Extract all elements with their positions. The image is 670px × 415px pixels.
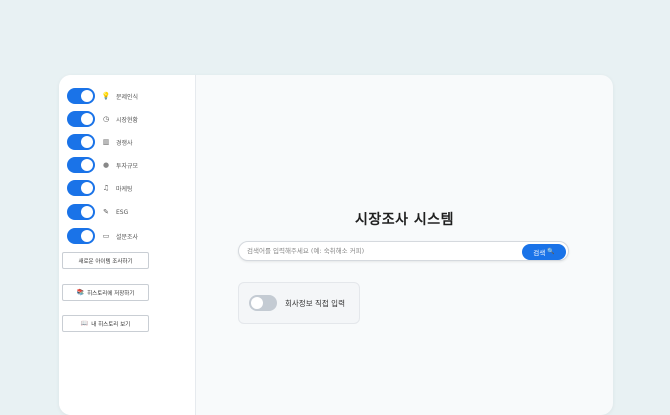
- save-history-button[interactable]: 📚 히스토리에 저장하기: [62, 284, 149, 301]
- toggle-knob: [81, 136, 93, 148]
- clock-icon: ◷: [102, 115, 110, 123]
- investment-toggle[interactable]: [67, 157, 95, 173]
- toggle-label: 시장현황: [116, 116, 139, 124]
- toggle-label: 마케팅: [116, 185, 133, 193]
- new-item-research-button[interactable]: 새로운 아이템 조사하기: [62, 252, 149, 269]
- pencil-icon: ✎: [103, 208, 109, 216]
- toggle-label: ESG: [116, 208, 129, 216]
- toggle-label: 설문조사: [116, 233, 139, 241]
- search-input[interactable]: [247, 242, 517, 260]
- toggle-row-survey[interactable]: ▭ 설문조사: [67, 228, 138, 244]
- lightbulb-icon: 💡: [101, 92, 111, 100]
- survey-toggle[interactable]: [67, 228, 95, 244]
- toggle-row-investment[interactable]: ● 투자규모: [67, 157, 138, 173]
- book-icon: 📖: [80, 320, 89, 327]
- button-label: 검색: [533, 248, 546, 257]
- toggle-row-marketing[interactable]: ♫ 마케팅: [67, 180, 133, 196]
- marketing-toggle[interactable]: [67, 180, 95, 196]
- toggle-knob: [81, 206, 93, 218]
- toggle-row-esg[interactable]: ✎ ESG: [67, 204, 128, 220]
- toggle-row-problem[interactable]: 💡 문제인식: [67, 88, 138, 104]
- button-label: 새로운 아이템 조사하기: [78, 258, 133, 265]
- music-note-icon: ♫: [102, 184, 110, 192]
- building-icon: ▥: [102, 138, 110, 146]
- esg-toggle[interactable]: [67, 204, 95, 220]
- toggle-knob: [81, 113, 93, 125]
- competitor-toggle[interactable]: [67, 134, 95, 150]
- sidebar: 💡 문제인식 ◷ 시장현황 ▥ 경쟁사 ● 투자규모 ♫ 마케팅 ✎ ESG ▭…: [59, 75, 196, 415]
- books-icon: 📚: [76, 289, 85, 296]
- toggle-knob: [81, 90, 93, 102]
- app-window: 💡 문제인식 ◷ 시장현황 ▥ 경쟁사 ● 투자규모 ♫ 마케팅 ✎ ESG ▭…: [59, 75, 613, 415]
- market-toggle[interactable]: [67, 111, 95, 127]
- view-history-button[interactable]: 📖 내 히스토리 보기: [62, 315, 149, 332]
- main-panel: 시장조사 시스템 검색 🔍 회사정보 직접 입력: [196, 75, 613, 415]
- page-title: 시장조사 시스템: [354, 212, 455, 228]
- circle-icon: ●: [102, 161, 110, 169]
- toggle-label: 문제인식: [116, 93, 139, 101]
- search-bar: 검색 🔍: [238, 241, 569, 261]
- company-info-toggle[interactable]: [249, 295, 277, 311]
- toggle-label: 경쟁사: [116, 139, 133, 147]
- toggle-row-market[interactable]: ◷ 시장현황: [67, 111, 138, 127]
- toggle-knob: [251, 297, 263, 309]
- company-info-label: 회사정보 직접 입력: [285, 298, 345, 308]
- toggle-knob: [81, 230, 93, 242]
- search-button[interactable]: 검색 🔍: [522, 243, 566, 260]
- button-label: 히스토리에 저장하기: [87, 290, 135, 297]
- toggle-knob: [81, 159, 93, 171]
- toggle-label: 투자규모: [116, 162, 139, 170]
- chat-icon: ▭: [102, 232, 110, 240]
- company-info-card: 회사정보 직접 입력: [238, 282, 360, 324]
- problem-toggle[interactable]: [67, 88, 95, 104]
- button-label: 내 히스토리 보기: [91, 321, 131, 328]
- toggle-row-competitor[interactable]: ▥ 경쟁사: [67, 134, 133, 150]
- search-icon: 🔍: [547, 248, 555, 255]
- toggle-knob: [81, 182, 93, 194]
